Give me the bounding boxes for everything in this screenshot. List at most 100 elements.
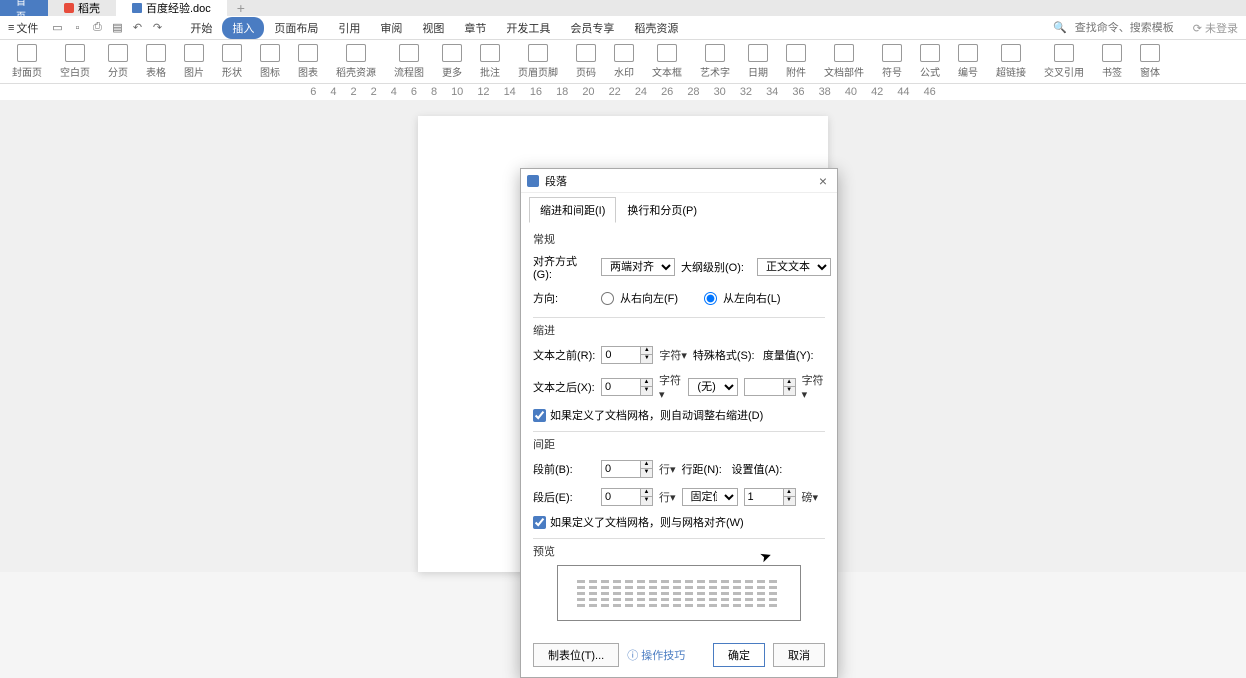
menu-tab-0[interactable]: 开始 bbox=[180, 17, 222, 39]
ribbon-icon bbox=[1140, 44, 1160, 62]
ribbon-item-26[interactable]: 窗体 bbox=[1140, 44, 1160, 79]
open-icon[interactable]: ▭ bbox=[50, 21, 64, 35]
radio-ltr[interactable]: 从左向右(L) bbox=[704, 290, 780, 306]
space-before-spinner[interactable]: ▲▼ bbox=[601, 460, 653, 478]
ok-button[interactable]: 确定 bbox=[713, 643, 765, 667]
align-select[interactable]: 两端对齐 bbox=[601, 258, 675, 276]
ribbon-icon bbox=[184, 44, 204, 62]
ruler-mark: 46 bbox=[921, 86, 939, 98]
ribbon-item-22[interactable]: 编号 bbox=[958, 44, 978, 79]
print-icon[interactable]: ⎙ bbox=[90, 21, 104, 35]
ribbon-item-2[interactable]: 分页 bbox=[108, 44, 128, 79]
ruler-mark: 4 bbox=[388, 86, 400, 98]
ribbon-item-11[interactable]: 批注 bbox=[480, 44, 500, 79]
outline-label: 大纲级别(O): bbox=[681, 259, 751, 275]
ribbon-item-10[interactable]: 更多 bbox=[442, 44, 462, 79]
space-after-spinner[interactable]: ▲▼ bbox=[601, 488, 653, 506]
menu-tab-4[interactable]: 审阅 bbox=[370, 17, 412, 39]
ruler-mark: 16 bbox=[527, 86, 545, 98]
ribbon-item-19[interactable]: 文档部件 bbox=[824, 44, 864, 79]
ribbon-item-4[interactable]: 图片 bbox=[184, 44, 204, 79]
login-status[interactable]: ⟳ 未登录 bbox=[1193, 20, 1238, 36]
outline-select[interactable]: 正文文本 bbox=[757, 258, 831, 276]
linespacing-label: 行距(N): bbox=[682, 461, 726, 477]
close-button[interactable]: × bbox=[815, 173, 831, 189]
ribbon-item-15[interactable]: 文本框 bbox=[652, 44, 682, 79]
ribbon-item-21[interactable]: 公式 bbox=[920, 44, 940, 79]
ribbon-item-20[interactable]: 符号 bbox=[882, 44, 902, 79]
dialog-footer: 制表位(T)... ⓘ 操作技巧 确定 取消 bbox=[521, 637, 837, 677]
tab-home[interactable]: 首页 bbox=[0, 0, 48, 16]
tab-app[interactable]: 稻壳 bbox=[48, 0, 116, 16]
preview-box bbox=[557, 565, 801, 621]
menu-tab-9[interactable]: 稻壳资源 bbox=[624, 17, 688, 39]
ribbon-item-0[interactable]: 封面页 bbox=[12, 44, 42, 79]
ribbon-icon bbox=[65, 44, 85, 62]
ribbon-item-25[interactable]: 书签 bbox=[1102, 44, 1122, 79]
ribbon-item-17[interactable]: 日期 bbox=[748, 44, 768, 79]
before-text-spinner[interactable]: ▲▼ bbox=[601, 346, 653, 364]
ruler-mark: 22 bbox=[606, 86, 624, 98]
tab-line-page-breaks[interactable]: 换行和分页(P) bbox=[616, 197, 708, 223]
ruler-mark: 12 bbox=[474, 86, 492, 98]
tab-indent-spacing[interactable]: 缩进和间距(I) bbox=[529, 197, 616, 223]
line-unit: 行▾ bbox=[659, 489, 676, 505]
menu-tab-1[interactable]: 插入 bbox=[222, 17, 264, 39]
ribbon-item-23[interactable]: 超链接 bbox=[996, 44, 1026, 79]
ruler-mark: 14 bbox=[501, 86, 519, 98]
special-select[interactable]: (无) bbox=[688, 378, 737, 396]
menu-tab-7[interactable]: 开发工具 bbox=[496, 17, 560, 39]
ruler-mark: 20 bbox=[579, 86, 597, 98]
preview-icon[interactable]: ▤ bbox=[110, 21, 124, 35]
ribbon-item-12[interactable]: 页眉页脚 bbox=[518, 44, 558, 79]
dialog-title: 段落 bbox=[545, 173, 567, 189]
menu-tab-8[interactable]: 会员专享 bbox=[560, 17, 624, 39]
menu-tab-6[interactable]: 章节 bbox=[454, 17, 496, 39]
menubar: ≡ 文件 ▭ ▫ ⎙ ▤ ↶ ↷ 开始插入页面布局引用审阅视图章节开发工具会员专… bbox=[0, 16, 1246, 40]
ribbon-item-24[interactable]: 交叉引用 bbox=[1044, 44, 1084, 79]
redo-icon[interactable]: ↷ bbox=[150, 21, 164, 35]
ruler-mark: 6 bbox=[408, 86, 420, 98]
doc-icon bbox=[132, 3, 142, 13]
tab-document[interactable]: 百度经验.doc bbox=[116, 0, 227, 16]
ribbon-icon bbox=[576, 44, 596, 62]
cancel-button[interactable]: 取消 bbox=[773, 643, 825, 667]
setvalue-spinner[interactable]: ▲▼ bbox=[744, 488, 796, 506]
ribbon-item-16[interactable]: 艺术字 bbox=[700, 44, 730, 79]
ruler-mark: 2 bbox=[368, 86, 380, 98]
titlebar: 首页 稻壳 百度经验.doc + bbox=[0, 0, 1246, 16]
ribbon-item-8[interactable]: 稻壳资源 bbox=[336, 44, 376, 79]
menu-tab-5[interactable]: 视图 bbox=[412, 17, 454, 39]
ribbon-item-13[interactable]: 页码 bbox=[576, 44, 596, 79]
ribbon-item-1[interactable]: 空白页 bbox=[60, 44, 90, 79]
search-input[interactable] bbox=[1075, 22, 1185, 34]
ribbon-icon bbox=[786, 44, 806, 62]
ribbon-item-6[interactable]: 图标 bbox=[260, 44, 280, 79]
ribbon-icon bbox=[480, 44, 500, 62]
ruler-mark: 34 bbox=[763, 86, 781, 98]
ribbon-item-18[interactable]: 附件 bbox=[786, 44, 806, 79]
ribbon-item-3[interactable]: 表格 bbox=[146, 44, 166, 79]
menu-file[interactable]: ≡ 文件 bbox=[8, 20, 38, 36]
measure-spinner[interactable]: ▲▼ bbox=[744, 378, 796, 396]
ribbon-item-14[interactable]: 水印 bbox=[614, 44, 634, 79]
ribbon-icon bbox=[657, 44, 677, 62]
ribbon-icon bbox=[920, 44, 940, 62]
ribbon-item-7[interactable]: 图表 bbox=[298, 44, 318, 79]
snap-grid-check[interactable]: 如果定义了文档网格，则与网格对齐(W) bbox=[533, 514, 825, 530]
ribbon-item-5[interactable]: 形状 bbox=[222, 44, 242, 79]
save-icon[interactable]: ▫ bbox=[70, 21, 84, 35]
new-tab-button[interactable]: + bbox=[227, 0, 255, 16]
tabstops-button[interactable]: 制表位(T)... bbox=[533, 643, 619, 667]
linespacing-select[interactable]: 固定值 bbox=[682, 488, 738, 506]
undo-icon[interactable]: ↶ bbox=[130, 21, 144, 35]
radio-rtl[interactable]: 从右向左(F) bbox=[601, 290, 678, 306]
menu-tab-2[interactable]: 页面布局 bbox=[264, 17, 328, 39]
tips-link[interactable]: ⓘ 操作技巧 bbox=[627, 647, 685, 663]
auto-indent-check[interactable]: 如果定义了文档网格，则自动调整右缩进(D) bbox=[533, 407, 825, 423]
ribbon-item-9[interactable]: 流程图 bbox=[394, 44, 424, 79]
ribbon-icon bbox=[528, 44, 548, 62]
ribbon-icon bbox=[222, 44, 242, 62]
menu-tab-3[interactable]: 引用 bbox=[328, 17, 370, 39]
after-text-spinner[interactable]: ▲▼ bbox=[601, 378, 653, 396]
